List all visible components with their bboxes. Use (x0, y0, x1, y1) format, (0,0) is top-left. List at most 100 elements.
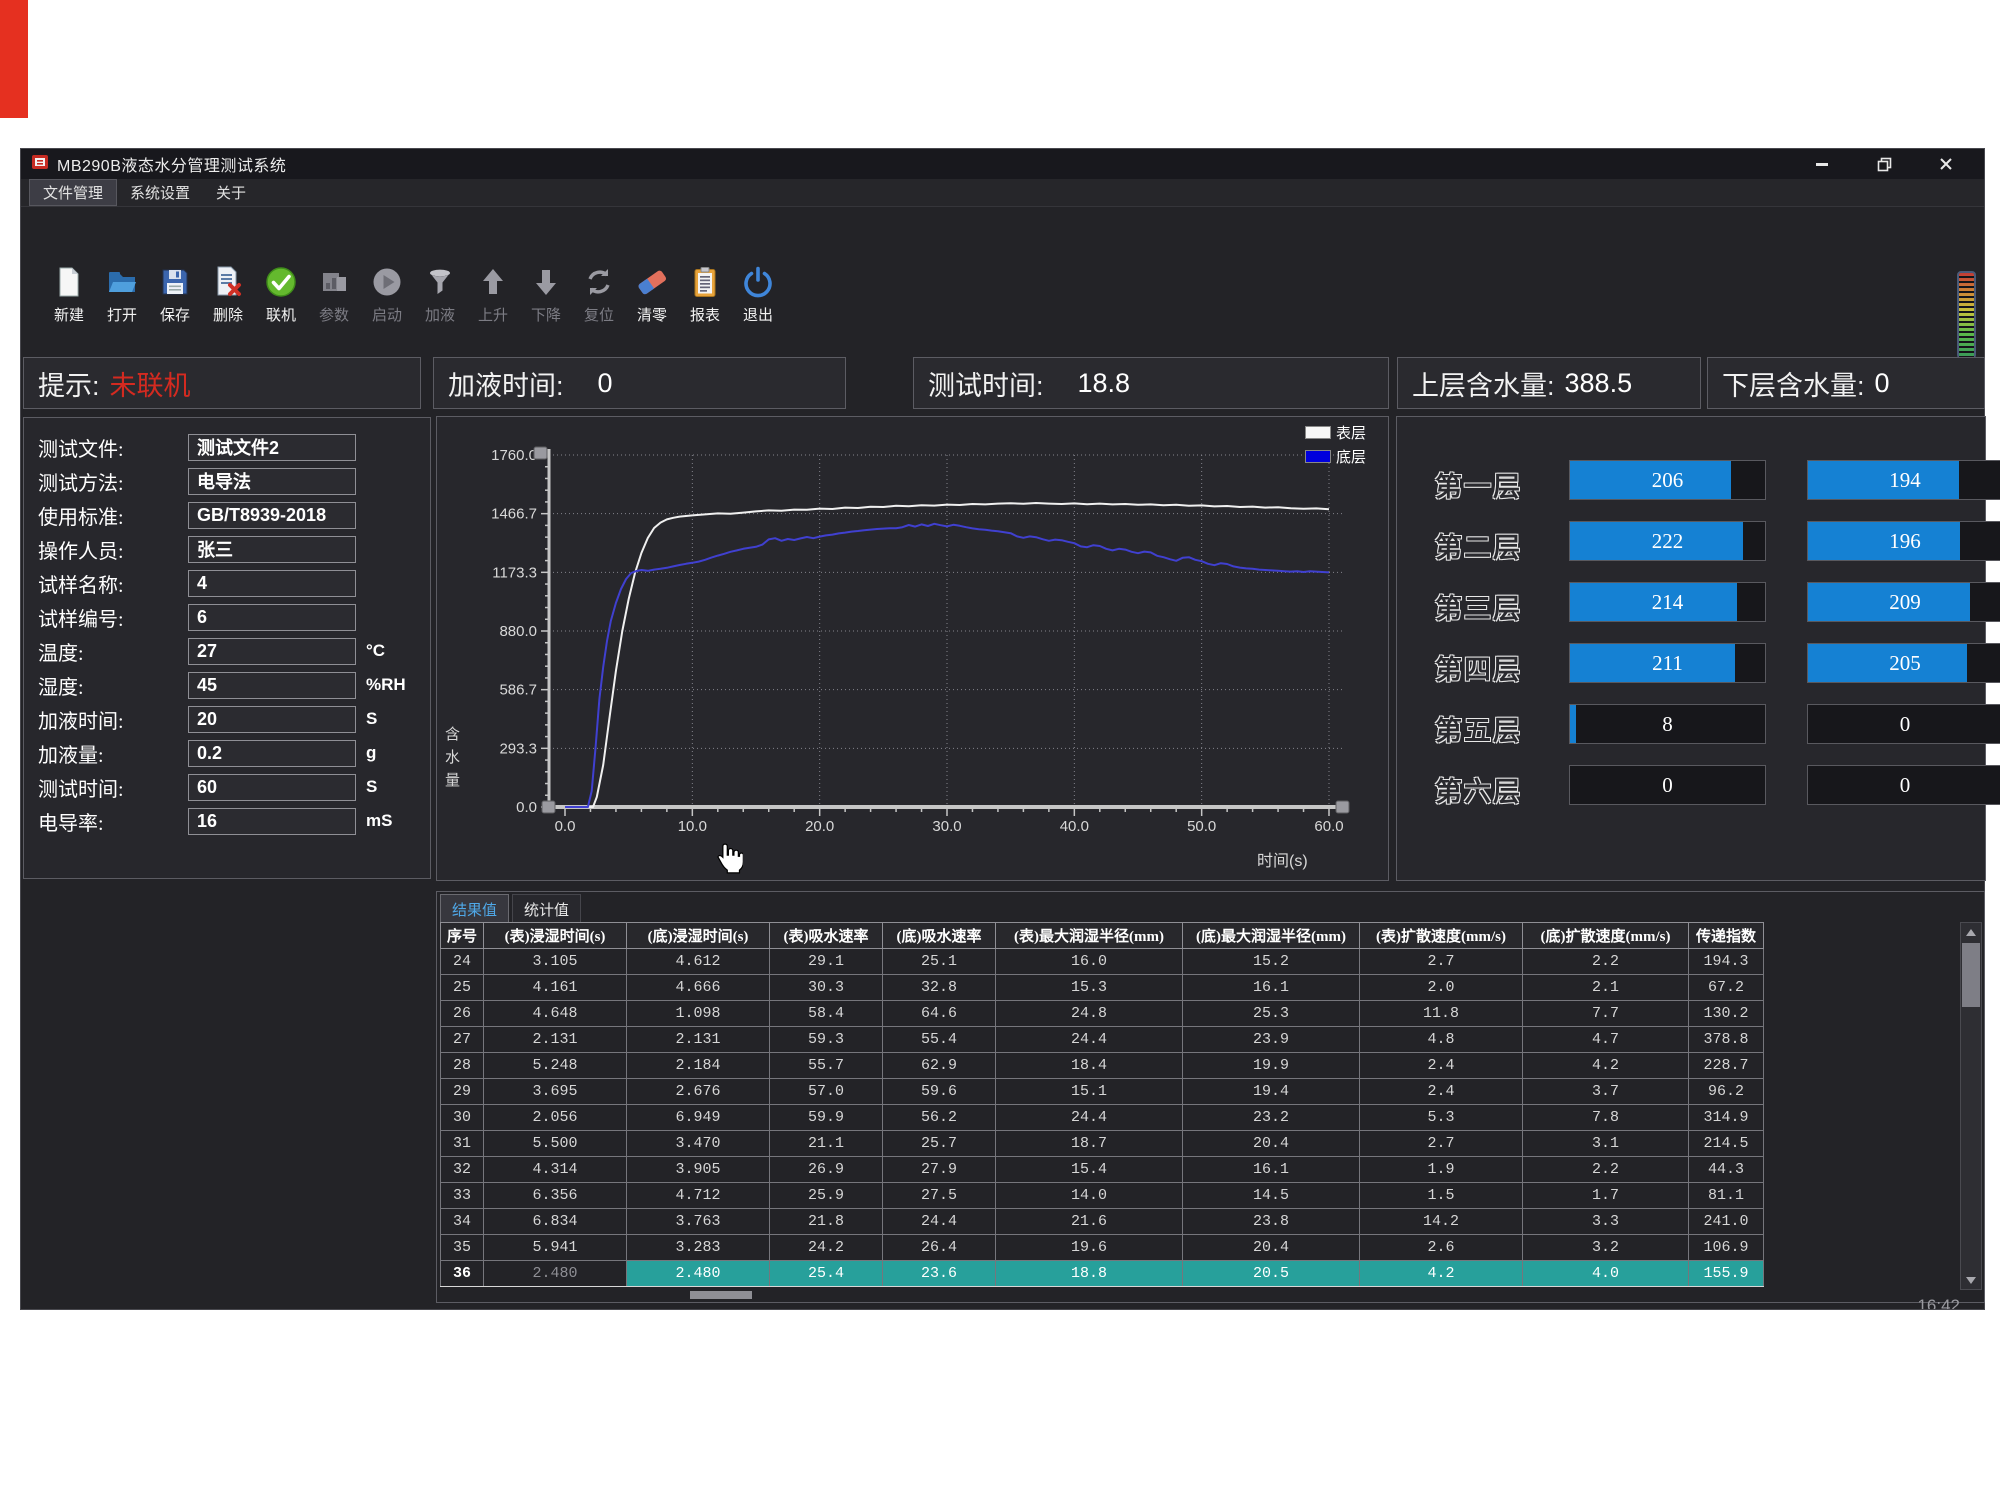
field-input-11[interactable]: 16 (188, 808, 356, 835)
field-input-7[interactable]: 45 (188, 672, 356, 699)
table-cell: 1.9 (1360, 1157, 1523, 1183)
desktop-stage: MB290B液态水分管理测试系统 文件管理系统设置关于 新建打开保存删除联机参数… (0, 0, 2000, 1500)
table-cell: 4.2 (1360, 1261, 1523, 1287)
toolbar-button-delete-doc[interactable]: 删除 (206, 265, 250, 325)
menu-item-0[interactable]: 文件管理 (29, 179, 117, 206)
table-cell: 2.7 (1360, 1131, 1523, 1157)
table-row[interactable]: 254.1614.66630.332.815.316.12.02.167.2 (441, 975, 1764, 1001)
table-cell: 23.6 (883, 1261, 996, 1287)
table-cell: 3.105 (484, 949, 627, 975)
field-label: 测试时间: (38, 773, 188, 802)
table-row[interactable]: 324.3143.90526.927.915.416.11.92.244.3 (441, 1157, 1764, 1183)
minimize-button[interactable] (1814, 156, 1830, 172)
table-row[interactable]: 264.6481.09858.464.624.825.311.87.7130.2 (441, 1001, 1764, 1027)
table-cell: 20.4 (1183, 1235, 1360, 1261)
horizontal-scroll-thumb[interactable] (690, 1291, 752, 1299)
table-cell: 55.4 (883, 1027, 996, 1053)
toolbar-button-save-floppy[interactable]: 保存 (153, 265, 197, 325)
table-cell: 59.9 (770, 1105, 883, 1131)
table-cell: 7.7 (1523, 1001, 1689, 1027)
bar-value: 8 (1570, 705, 1765, 743)
scroll-up-arrow-icon[interactable] (1961, 923, 1981, 941)
field-input-6[interactable]: 27 (188, 638, 356, 665)
absorption-line-chart[interactable]: 1760.01466.71173.3880.0586.7293.30.00.01… (437, 417, 1388, 880)
field-label: 测试文件: (38, 433, 188, 462)
legend-item-top-layer: 表层 (1305, 422, 1366, 443)
table-row[interactable]: 315.5003.47021.125.718.720.42.73.1214.5 (441, 1131, 1764, 1157)
results-table: 序号(表)浸湿时间(s)(底)浸湿时间(s)(表)吸水速率(底)吸水速率(表)最… (440, 922, 1764, 1287)
app-window: MB290B液态水分管理测试系统 文件管理系统设置关于 新建打开保存删除联机参数… (20, 148, 1985, 1310)
table-cell: 2.056 (484, 1105, 627, 1131)
column-header-1: (表)浸湿时间(s) (484, 923, 627, 949)
vertical-scrollbar[interactable] (1960, 922, 1982, 1290)
field-input-3[interactable]: 张三 (188, 536, 356, 563)
menu-item-2[interactable]: 关于 (203, 179, 259, 206)
bar-value: 214 (1570, 583, 1765, 621)
vertical-scroll-thumb[interactable] (1962, 943, 1980, 1007)
layer-label: 第三层 (1435, 587, 1522, 626)
toolbar-button-report-clipboard[interactable]: 报表 (683, 265, 727, 325)
toolbar-button-eraser[interactable]: 清零 (630, 265, 674, 325)
arrow-down-icon (529, 265, 563, 299)
tab-1[interactable]: 统计值 (512, 894, 581, 925)
layer-1-right-bar: 194 (1807, 460, 2000, 500)
status-test-time-box: 测试时间: 18.8 (913, 357, 1389, 409)
table-cell: 26 (441, 1001, 484, 1027)
table-cell: 58.4 (770, 1001, 883, 1027)
field-input-8[interactable]: 20 (188, 706, 356, 733)
table-cell: 16.1 (1183, 975, 1360, 1001)
field-input-4[interactable]: 4 (188, 570, 356, 597)
field-input-2[interactable]: GB/T8939-2018 (188, 502, 356, 529)
field-input-1[interactable]: 电导法 (188, 468, 356, 495)
table-cell: 25.7 (883, 1131, 996, 1157)
table-cell: 32 (441, 1157, 484, 1183)
layer-label: 第六层 (1435, 770, 1522, 809)
table-cell: 4.0 (1523, 1261, 1689, 1287)
tab-0-active[interactable]: 结果值 (440, 894, 509, 925)
table-cell: 3.1 (1523, 1131, 1689, 1157)
scroll-down-arrow-icon[interactable] (1961, 1271, 1981, 1289)
reset-icon (582, 265, 616, 299)
field-input-10[interactable]: 60 (188, 774, 356, 801)
table-cell: 96.2 (1689, 1079, 1764, 1105)
table-cell: 16.0 (996, 949, 1183, 975)
table-cell: 3.2 (1523, 1235, 1689, 1261)
table-row[interactable]: 293.6952.67657.059.615.119.42.43.796.2 (441, 1079, 1764, 1105)
table-row[interactable]: 336.3564.71225.927.514.014.51.51.781.1 (441, 1183, 1764, 1209)
table-row-selected[interactable]: 362.4802.48025.423.618.820.54.24.0155.9 (441, 1261, 1764, 1287)
toolbar-button-open-folder[interactable]: 打开 (100, 265, 144, 325)
table-row[interactable]: 285.2482.18455.762.918.419.92.44.2228.7 (441, 1053, 1764, 1079)
arrow-up-icon (476, 265, 510, 299)
form-row-5: 试样编号:6 (38, 600, 424, 634)
form-row-11: 电导率:16mS (38, 804, 424, 838)
table-cell: 26.4 (883, 1235, 996, 1261)
table-row[interactable]: 243.1054.61229.125.116.015.22.72.2194.3 (441, 949, 1764, 975)
status-upper-water-box: 上层含水量: 388.5 (1397, 357, 1701, 409)
field-unit: %RH (366, 675, 406, 695)
field-input-5[interactable]: 6 (188, 604, 356, 631)
close-button[interactable] (1938, 156, 1954, 172)
table-cell: 2.184 (627, 1053, 770, 1079)
table-cell: 4.648 (484, 1001, 627, 1027)
table-cell: 241.0 (1689, 1209, 1764, 1235)
table-row[interactable]: 355.9413.28324.226.419.620.42.63.2106.9 (441, 1235, 1764, 1261)
table-cell: 2.2 (1523, 1157, 1689, 1183)
toolbar-button-funnel: 加液 (418, 265, 462, 325)
table-row[interactable]: 346.8343.76321.824.421.623.814.23.3241.0 (441, 1209, 1764, 1235)
toolbar-button-power[interactable]: 退出 (736, 265, 780, 325)
restore-button[interactable] (1876, 156, 1892, 172)
field-input-9[interactable]: 0.2 (188, 740, 356, 767)
menu-item-1[interactable]: 系统设置 (117, 179, 203, 206)
table-cell: 35 (441, 1235, 484, 1261)
form-row-0: 测试文件:测试文件2 (38, 430, 424, 464)
table-row[interactable]: 302.0566.94959.956.224.423.25.37.8314.9 (441, 1105, 1764, 1131)
layer-5-right-bar: 0 (1807, 704, 2000, 744)
upper-water-value: 388.5 (1565, 368, 1633, 399)
toolbar-button-new-doc[interactable]: 新建 (47, 265, 91, 325)
chart-panel: 表层 底层 1760.01466.71173.3880.0586.7293.30… (436, 416, 1389, 881)
toolbar-label: 上升 (478, 304, 508, 325)
field-input-0[interactable]: 测试文件2 (188, 434, 356, 461)
table-row[interactable]: 272.1312.13159.355.424.423.94.84.7378.8 (441, 1027, 1764, 1053)
toolbar-button-connect-check[interactable]: 联机 (259, 265, 303, 325)
table-cell: 2.131 (627, 1027, 770, 1053)
